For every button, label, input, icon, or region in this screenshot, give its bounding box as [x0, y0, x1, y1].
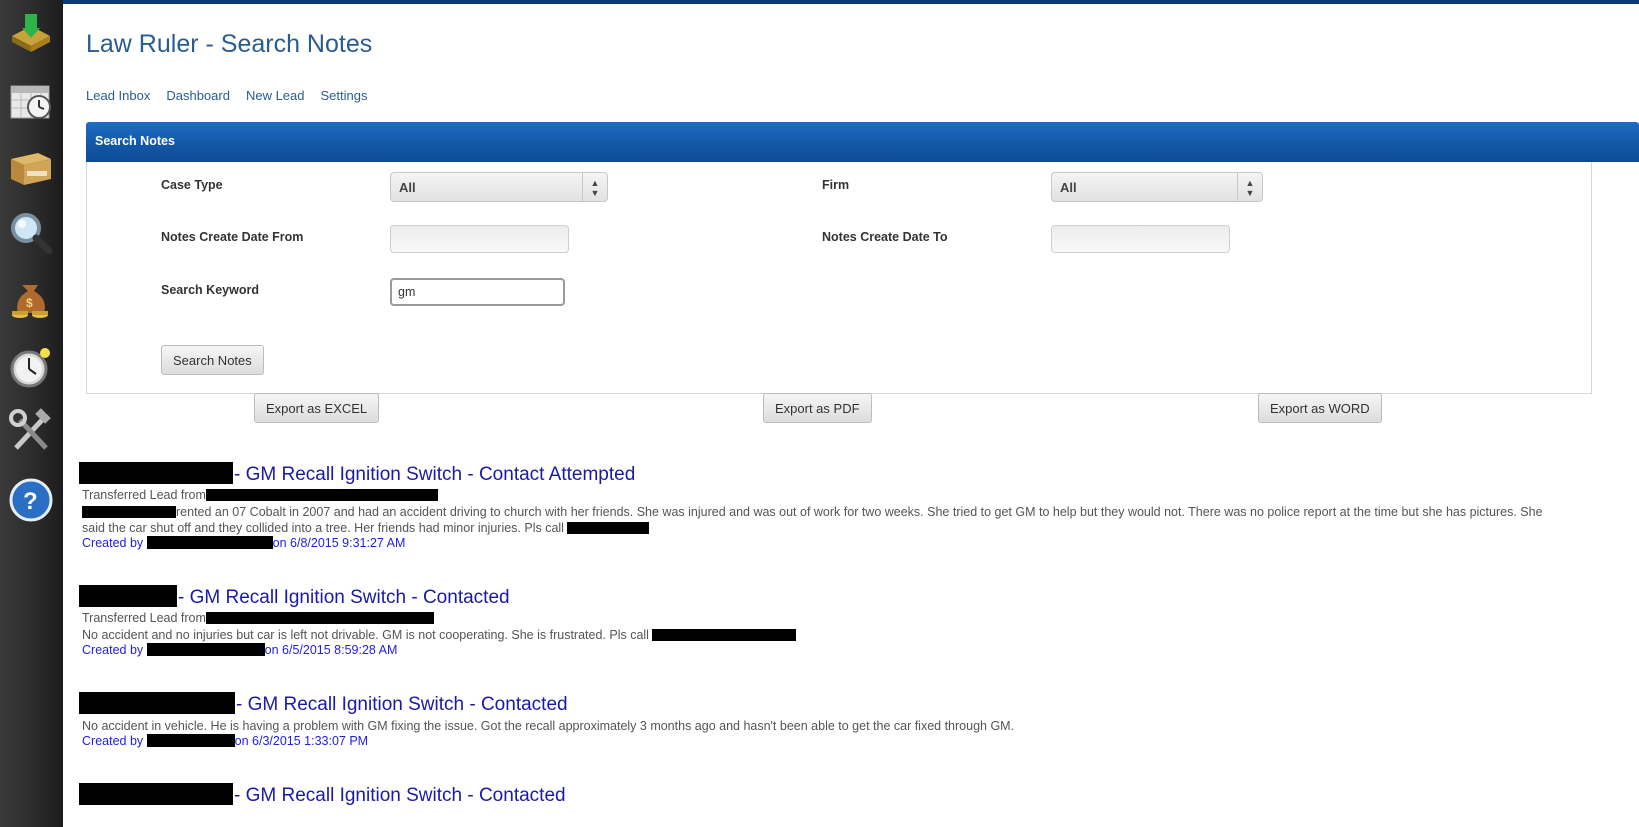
search-notes-button[interactable]: Search Notes: [161, 345, 264, 375]
select-arrows-icon: ▲ ▼: [1237, 173, 1262, 201]
timer-icon[interactable]: [8, 344, 54, 390]
nav-lead-inbox[interactable]: Lead Inbox: [86, 88, 150, 103]
top-nav: Lead Inbox Dashboard New Lead Settings: [86, 88, 367, 103]
redacted-block: [79, 585, 177, 607]
main-content: Law Ruler - Search Notes Lead Inbox Dash…: [79, 0, 1639, 827]
result-title[interactable]: - GM Recall Ignition Switch - Contact At…: [79, 462, 635, 486]
case-type-select[interactable]: All ▲ ▼: [390, 172, 608, 202]
redacted-block: [79, 692, 235, 714]
tools-icon[interactable]: [8, 408, 54, 454]
date-to-label: Notes Create Date To: [822, 230, 948, 244]
firm-label: Firm: [822, 178, 850, 192]
date-to-input[interactable]: [1051, 225, 1230, 253]
result-created-by: Created by on 6/3/2015 1:33:07 PM: [82, 734, 369, 748]
svg-text:?: ?: [23, 488, 38, 515]
calendar-clock-icon[interactable]: [8, 78, 54, 124]
export-pdf-button[interactable]: Export as PDF: [763, 393, 872, 423]
firm-value: All: [1060, 180, 1077, 195]
result-title[interactable]: - GM Recall Ignition Switch - Contacted: [79, 585, 510, 609]
money-bag-icon[interactable]: $: [8, 275, 54, 321]
search-panel-header: Search Notes: [86, 122, 1639, 162]
nav-new-lead[interactable]: New Lead: [246, 88, 305, 103]
result-transferred: Transferred Lead from: [82, 611, 434, 625]
result-transferred: Transferred Lead from: [82, 488, 438, 502]
date-from-input[interactable]: [390, 225, 569, 253]
keyword-label: Search Keyword: [161, 283, 259, 297]
keyword-input[interactable]: [390, 278, 565, 306]
result-body: No accident and no injuries but car is l…: [82, 627, 1552, 643]
redacted-block: [79, 783, 233, 805]
result-created-by: Created by on 6/5/2015 8:59:28 AM: [82, 643, 398, 657]
result-body: rented an 07 Cobalt in 2007 and had an a…: [82, 505, 1543, 535]
result-title[interactable]: - GM Recall Ignition Switch - Contacted: [79, 783, 566, 807]
result-body: No accident in vehicle. He is having a p…: [82, 719, 1015, 733]
search-magnifier-icon[interactable]: [8, 210, 54, 256]
select-arrows-icon: ▲ ▼: [582, 173, 607, 201]
case-type-value: All: [399, 180, 416, 195]
result-created-by: Created by on 6/8/2015 9:31:27 AM: [82, 536, 406, 550]
firm-select[interactable]: All ▲ ▼: [1051, 172, 1263, 202]
leads-inbox-icon[interactable]: [8, 8, 54, 54]
help-icon[interactable]: ?: [8, 477, 54, 523]
date-from-label: Notes Create Date From: [161, 230, 304, 244]
page-title: Law Ruler - Search Notes: [86, 30, 373, 58]
redacted-block: [79, 462, 233, 484]
nav-settings[interactable]: Settings: [321, 88, 368, 103]
export-excel-button[interactable]: Export as EXCEL: [254, 393, 380, 423]
panel-title: Search Notes: [95, 134, 175, 148]
reports-box-icon[interactable]: [8, 145, 54, 191]
svg-text:$: $: [26, 296, 33, 310]
search-panel: Case Type All ▲ ▼ Firm All ▲ ▼ Notes Creat…: [86, 162, 1592, 394]
sidebar: $ ?: [0, 0, 63, 827]
result-title[interactable]: - GM Recall Ignition Switch - Contacted: [79, 692, 568, 716]
nav-dashboard[interactable]: Dashboard: [166, 88, 230, 103]
export-word-button[interactable]: Export as WORD: [1258, 393, 1382, 423]
case-type-label: Case Type: [161, 178, 223, 192]
